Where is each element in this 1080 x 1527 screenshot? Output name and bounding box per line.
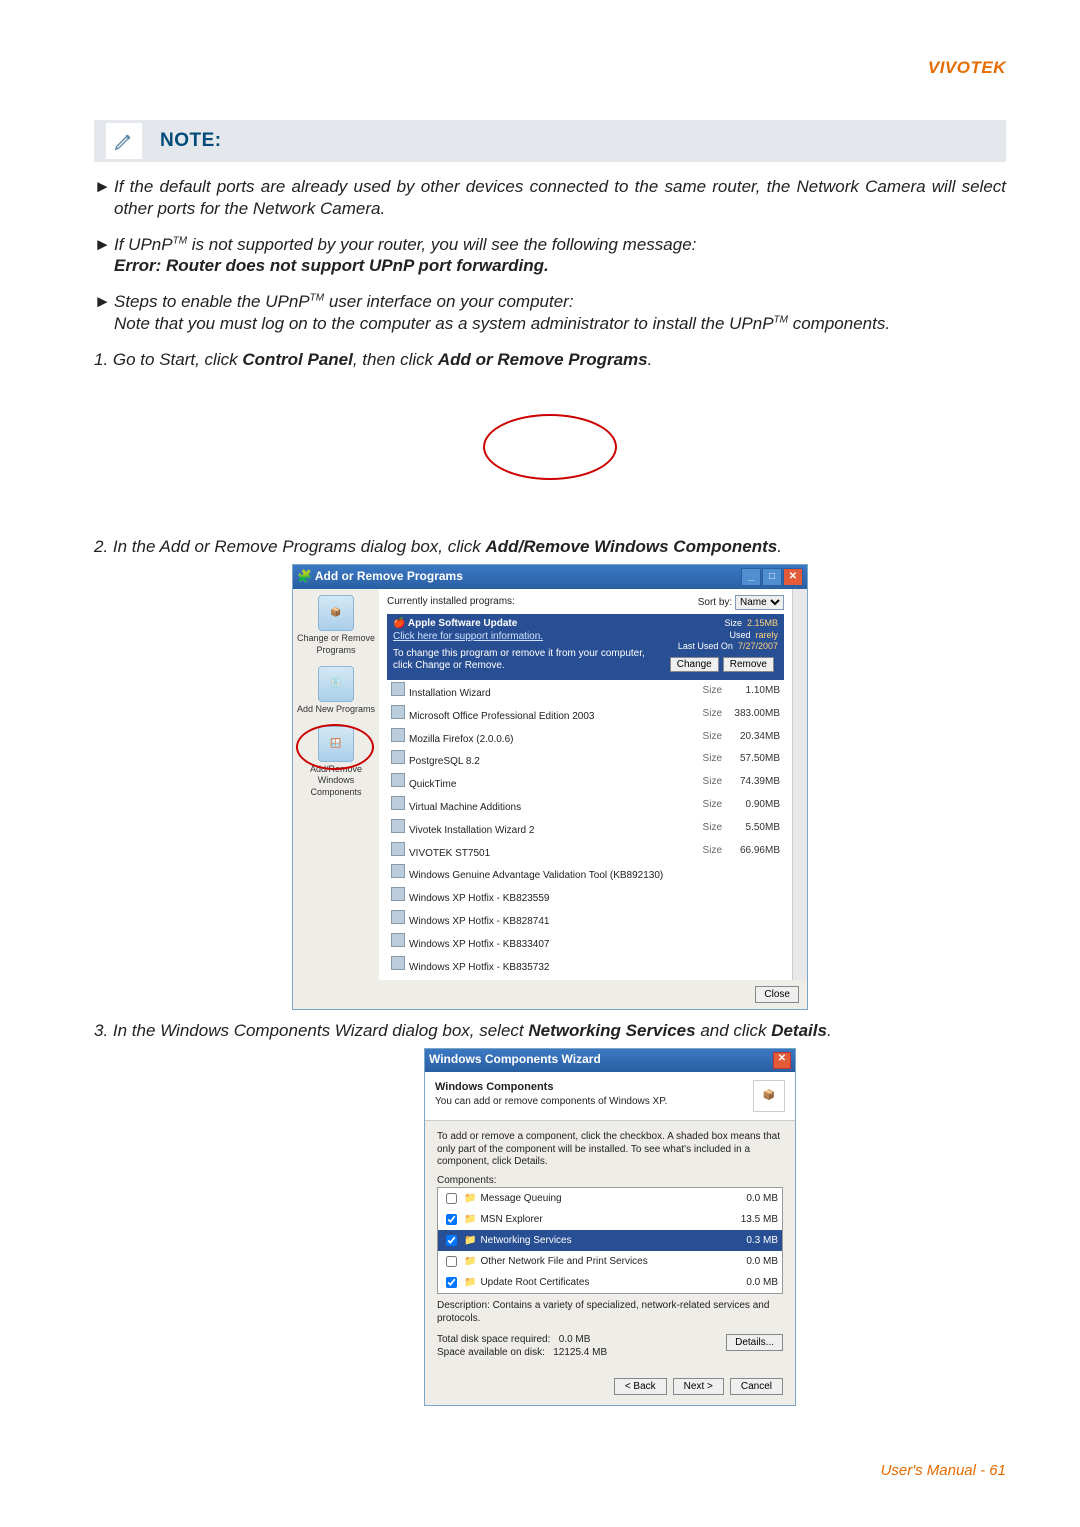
component-checkbox[interactable]: [446, 1214, 457, 1225]
app-icon: [391, 819, 405, 833]
component-item[interactable]: 📁 MSN Explorer13.5 MB: [438, 1209, 782, 1230]
bullet-arrow-icon: ►: [94, 234, 114, 278]
selected-program-row[interactable]: 🍎 Apple Software Update Click here for s…: [387, 614, 784, 680]
support-info-link[interactable]: Click here for support information.: [393, 631, 543, 642]
change-button[interactable]: Change: [670, 657, 719, 672]
program-row[interactable]: PostgreSQL 8.2Size57.50MB: [387, 748, 784, 771]
step-3: 3. In the Windows Components Wizard dial…: [94, 1020, 1006, 1042]
close-icon[interactable]: ✕: [783, 568, 803, 586]
pencil-icon: [113, 130, 135, 152]
disk-available-label: Space available on disk:: [437, 1347, 545, 1358]
maximize-icon[interactable]: □: [762, 568, 782, 586]
component-item[interactable]: 📁 Message Queuing0.0 MB: [438, 1188, 782, 1209]
app-icon: [391, 728, 405, 742]
remove-button[interactable]: Remove: [723, 657, 774, 672]
window-titlebar: 🧩 Add or Remove Programs _ □ ✕: [293, 565, 807, 589]
selection-description: Description: Contains a variety of speci…: [437, 1300, 783, 1326]
app-icon: [391, 773, 405, 787]
program-row[interactable]: Windows XP Hotfix - KB835732: [387, 954, 784, 977]
folder-icon: 📁: [464, 1277, 476, 1290]
component-icon: 📦: [753, 1080, 785, 1112]
app-icon: [391, 887, 405, 901]
bullet-arrow-icon: ►: [94, 176, 114, 220]
windows-components-wizard-window: Windows Components Wizard ✕ Windows Comp…: [424, 1048, 796, 1405]
note-pencil-icon: [106, 123, 142, 159]
bullet-arrow-icon: ►: [94, 291, 114, 335]
window-titlebar: Windows Components Wizard ✕: [425, 1049, 795, 1072]
component-item[interactable]: 📁 Other Network File and Print Services0…: [438, 1251, 782, 1272]
folder-icon: 📁: [464, 1193, 476, 1206]
program-row[interactable]: Virtual Machine AdditionsSize0.90MB: [387, 794, 784, 817]
component-checkbox[interactable]: [446, 1193, 457, 1204]
back-button[interactable]: < Back: [614, 1378, 667, 1395]
step-2: 2. In the Add or Remove Programs dialog …: [94, 536, 1006, 558]
component-item[interactable]: 📁 Networking Services0.3 MB: [438, 1230, 782, 1251]
components-listbox[interactable]: 📁 Message Queuing0.0 MB 📁 MSN Explorer13…: [437, 1187, 783, 1294]
currently-installed-label: Currently installed programs:: [387, 596, 515, 609]
app-icon: [391, 750, 405, 764]
program-row[interactable]: Vivotek Installation Wizard 2Size5.50MB: [387, 817, 784, 840]
component-item[interactable]: 📁 Update Root Certificates0.0 MB: [438, 1272, 782, 1293]
app-icon: [391, 910, 405, 924]
manual-page: VIVOTEK NOTE: ► If the default ports are…: [0, 0, 1080, 1527]
red-ellipse-placeholder: [483, 414, 617, 480]
cancel-button[interactable]: Cancel: [730, 1378, 783, 1395]
page-footer: User's Manual - 61: [881, 1462, 1006, 1479]
program-row[interactable]: Installation WizardSize1.10MB: [387, 680, 784, 703]
wizard-subheading: You can add or remove components of Wind…: [435, 1096, 667, 1109]
next-button[interactable]: Next >: [673, 1378, 724, 1395]
sidebar-windows-components[interactable]: 🪟 Add/Remove Windows Components: [296, 726, 376, 799]
scrollbar[interactable]: [792, 589, 807, 980]
component-checkbox[interactable]: [446, 1235, 457, 1246]
note-bullet-2: If UPnPTM is not supported by your route…: [114, 234, 1006, 278]
components-label: Components:: [437, 1175, 783, 1188]
sidebar-change-remove[interactable]: 📦 Change or Remove Programs: [296, 595, 376, 656]
red-circle-highlight: [296, 724, 374, 770]
close-button[interactable]: Close: [755, 986, 799, 1003]
app-icon: [391, 956, 405, 970]
component-checkbox[interactable]: [446, 1256, 457, 1267]
step-1: 1. Go to Start, click Control Panel, the…: [94, 349, 1006, 371]
note-bullet-1: If the default ports are already used by…: [114, 176, 1006, 220]
program-row[interactable]: QuickTimeSize74.39MB: [387, 771, 784, 794]
close-icon[interactable]: ✕: [773, 1052, 791, 1069]
change-remove-hint: To change this program or remove it from…: [393, 648, 666, 674]
brand-header: VIVOTEK: [928, 58, 1006, 78]
sidebar: 📦 Change or Remove Programs 💿 Add New Pr…: [293, 589, 379, 980]
app-icon: [391, 796, 405, 810]
cd-icon: 💿: [318, 666, 354, 702]
app-icon: [391, 864, 405, 878]
details-button[interactable]: Details...: [726, 1334, 783, 1351]
sort-by-label: Sort by:: [698, 597, 732, 608]
program-row[interactable]: Mozilla Firefox (2.0.0.6)Size20.34MB: [387, 726, 784, 749]
app-icon: [391, 842, 405, 856]
sort-by-select[interactable]: Name: [735, 595, 784, 610]
box-icon: 📦: [318, 595, 354, 631]
add-remove-programs-window: 🧩 Add or Remove Programs _ □ ✕ 📦 Change …: [292, 564, 808, 1010]
folder-icon: 📁: [464, 1235, 476, 1248]
component-checkbox[interactable]: [446, 1277, 457, 1288]
program-row[interactable]: Microsoft Office Professional Edition 20…: [387, 703, 784, 726]
app-icon: [391, 705, 405, 719]
note-label: NOTE:: [160, 130, 222, 152]
program-row[interactable]: VIVOTEK ST7501Size66.96MB: [387, 840, 784, 863]
note-header-bar: NOTE:: [94, 120, 1006, 162]
wizard-heading: Windows Components: [435, 1080, 667, 1094]
program-row[interactable]: Windows XP Hotfix - KB828741: [387, 908, 784, 931]
program-row[interactable]: Windows XP Hotfix - KB823559: [387, 885, 784, 908]
disk-required-label: Total disk space required:: [437, 1334, 550, 1345]
folder-icon: 📁: [464, 1256, 476, 1269]
note-bullet-3: Steps to enable the UPnPTM user interfac…: [114, 291, 1006, 335]
program-row[interactable]: Windows XP Hotfix - KB833407: [387, 931, 784, 954]
folder-icon: 📁: [464, 1214, 476, 1227]
minimize-icon[interactable]: _: [741, 568, 761, 586]
sidebar-add-new[interactable]: 💿 Add New Programs: [296, 666, 376, 716]
program-row[interactable]: Windows Genuine Advantage Validation Too…: [387, 862, 784, 885]
app-icon: [391, 933, 405, 947]
app-icon: [391, 682, 405, 696]
wizard-description: To add or remove a component, click the …: [437, 1131, 783, 1169]
program-list: Installation WizardSize1.10MBMicrosoft O…: [387, 680, 784, 976]
